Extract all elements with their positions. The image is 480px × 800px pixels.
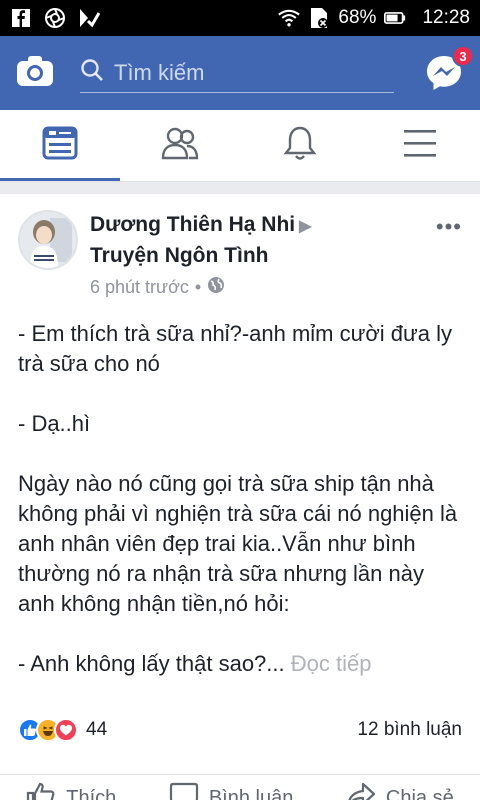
search-input[interactable]: Tìm kiếm — [80, 53, 394, 93]
clock: 12:28 — [422, 7, 470, 28]
like-label: Thích — [66, 786, 117, 800]
news-feed-icon — [42, 126, 78, 165]
group-name[interactable]: Truyện Ngôn Tình — [90, 244, 269, 267]
like-button[interactable]: Thích — [26, 782, 116, 800]
comment-label: Bình luận — [208, 786, 294, 800]
search-placeholder: Tìm kiếm — [114, 59, 205, 85]
read-more-link[interactable]: Đọc tiếp — [291, 651, 372, 676]
wifi-icon — [278, 7, 301, 29]
post-time[interactable]: 6 phút trước — [90, 277, 189, 298]
bell-icon — [283, 125, 317, 166]
camera-icon[interactable] — [16, 55, 54, 92]
thumbs-up-icon — [26, 782, 56, 800]
share-button[interactable]: Chia sẻ — [346, 782, 454, 800]
post-action-bar: Thích Bình luận Chia sẻ — [0, 774, 480, 800]
post-author[interactable]: Dương Thiên Hạ Nhi ▶ Truyện Ngôn Tình — [90, 210, 436, 270]
tab-notifications[interactable] — [270, 116, 330, 176]
active-tab-indicator — [0, 178, 120, 181]
post-meta: 6 phút trước • — [90, 276, 436, 299]
share-icon — [346, 782, 376, 800]
post-options-button[interactable]: ••• — [436, 214, 462, 299]
post-card: Dương Thiên Hạ Nhi ▶ Truyện Ngôn Tình 6 p… — [0, 194, 480, 800]
facebook-notification-icon — [10, 7, 32, 29]
avatar[interactable] — [18, 210, 78, 270]
tab-news-feed[interactable] — [30, 116, 90, 176]
messenger-icon — [424, 56, 464, 97]
comment-count-link[interactable]: 12 bình luận — [357, 719, 462, 741]
post-paragraph: Ngày nào nó cũng gọi trà sữa ship tận nh… — [18, 471, 458, 616]
post-paragraph-last: - Anh không lấy thật sao?... Đọc tiếp — [18, 649, 462, 679]
nav-tabs — [0, 110, 480, 182]
post-header: Dương Thiên Hạ Nhi ▶ Truyện Ngôn Tình 6 p… — [0, 194, 480, 299]
post-paragraph: - Dạ..hì — [18, 411, 91, 436]
share-label: Chia sẻ — [385, 786, 454, 800]
hamburger-menu-icon — [403, 128, 437, 163]
post-paragraph: - Em thích trà sữa nhỉ?-anh mỉm cười đưa… — [18, 321, 452, 376]
status-bar: 68% 12:28 — [0, 0, 480, 36]
author-name[interactable]: Dương Thiên Hạ Nhi — [90, 213, 295, 236]
app-notification-icon — [78, 7, 100, 29]
reaction-count: 44 — [86, 719, 108, 740]
aperture-notification-icon — [44, 7, 66, 29]
comment-button[interactable]: Bình luận — [169, 782, 294, 800]
post-body: - Em thích trà sữa nhỉ?-anh mỉm cười đưa… — [0, 299, 480, 679]
battery-icon — [384, 7, 406, 29]
search-icon — [80, 58, 104, 88]
post-stats: 44 12 bình luận — [18, 718, 462, 742]
friends-icon — [161, 126, 199, 165]
messenger-button[interactable]: 3 — [424, 45, 474, 93]
shared-to-arrow-icon: ▶ — [299, 218, 312, 235]
top-bar: Tìm kiếm 3 — [0, 36, 480, 110]
comment-icon — [169, 782, 199, 800]
messenger-badge: 3 — [452, 45, 474, 67]
post-paragraph: - Anh không lấy thật sao?... — [18, 651, 285, 676]
globe-icon — [207, 276, 225, 299]
meta-dot: • — [194, 277, 202, 297]
tab-friends[interactable] — [150, 116, 210, 176]
tab-menu[interactable] — [390, 116, 450, 176]
sim-icon — [308, 7, 330, 29]
reaction-summary[interactable]: 44 — [18, 718, 107, 742]
love-reaction-icon — [54, 718, 78, 742]
battery-percent: 68% — [338, 7, 377, 28]
